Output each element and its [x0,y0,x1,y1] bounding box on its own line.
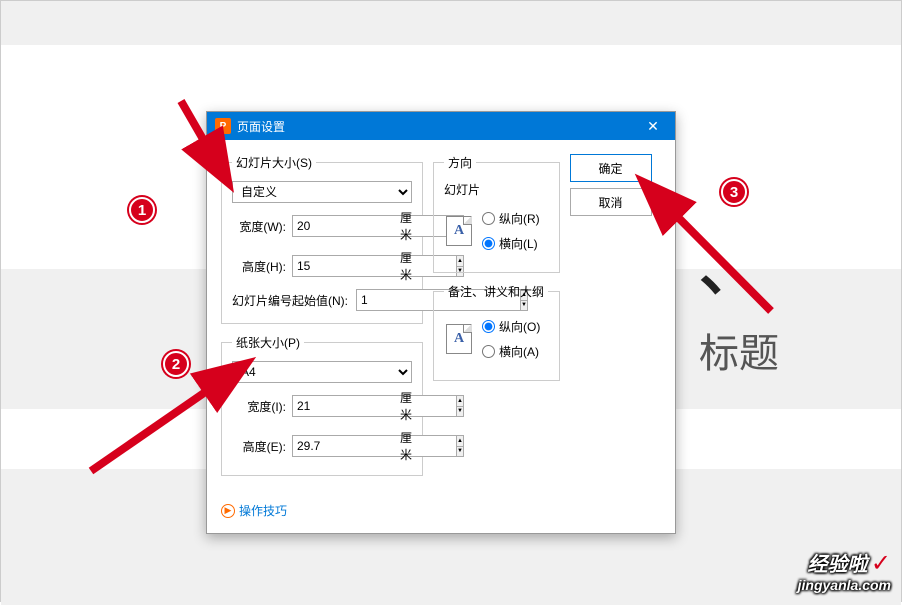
watermark: 经验啦 ✓ jingyanla.com [798,551,891,593]
slide-height-input[interactable] [292,255,456,277]
slide-orientation-label: 幻灯片 [444,181,549,198]
paper-size-group: 纸张大小(P) A4 宽度(I): ▲ ▼ 厘米 [221,334,423,476]
paper-size-legend: 纸张大小(P) [232,334,304,351]
slide-size-preset-select[interactable]: 自定义 [232,181,412,203]
unit-label: 厘米 [400,249,412,283]
radio-label: 横向(A) [499,343,539,360]
unit-label: 厘米 [400,389,412,423]
radio-input[interactable] [482,212,495,225]
app-icon: P [215,118,231,134]
close-icon[interactable]: ✕ [639,112,667,140]
paper-size-preset-select[interactable]: A4 [232,361,412,383]
radio-input[interactable] [482,345,495,358]
slide-size-legend: 幻灯片大小(S) [232,154,316,171]
ok-button[interactable]: 确定 [570,154,652,182]
notes-orientation-group: 备注、讲义和大纲 A 纵向(O) 横向(A) [433,283,560,381]
slide-landscape-radio[interactable]: 横向(L) [482,235,540,252]
slide-width-input[interactable] [292,215,456,237]
dialog-titlebar[interactable]: P 页面设置 ✕ [207,112,675,140]
paper-height-input[interactable] [292,435,456,457]
radio-label: 纵向(O) [499,318,540,335]
paper-width-label: 宽度(I): [232,398,286,415]
orientation-group: 方向 幻灯片 A 纵向(R) 横向(L) [433,154,560,273]
annotation-marker-1: 1 [129,197,155,223]
watermark-url: jingyanla.com [798,578,891,593]
page-setup-dialog: P 页面设置 ✕ 幻灯片大小(S) 自定义 宽度(W): ▲ [206,111,676,534]
page-orientation-icon: A [446,216,472,246]
annotation-marker-2: 2 [163,351,189,377]
watermark-check-icon: ✓ [871,550,891,577]
radio-label: 横向(L) [499,235,538,252]
slide-start-number-label: 幻灯片编号起始值(N): [232,292,350,309]
slide-size-group: 幻灯片大小(S) 自定义 宽度(W): ▲ ▼ 厘米 [221,154,423,324]
notes-landscape-radio[interactable]: 横向(A) [482,343,540,360]
help-icon: ▶ [221,504,235,518]
notes-orientation-legend: 备注、讲义和大纲 [444,283,548,300]
slide-portrait-radio[interactable]: 纵向(R) [482,210,540,227]
paper-width-input[interactable] [292,395,456,417]
radio-input[interactable] [482,320,495,333]
unit-label: 厘米 [400,209,412,243]
slide-width-label: 宽度(W): [232,218,286,235]
annotation-marker-3: 3 [721,179,747,205]
radio-input[interactable] [482,237,495,250]
paper-height-label: 高度(E): [232,438,286,455]
page-orientation-icon: A [446,324,472,354]
slide-height-label: 高度(H): [232,258,286,275]
watermark-text: 经验啦 [808,554,868,576]
background-subtitle-text: 标题 [699,321,779,379]
orientation-legend: 方向 [444,154,476,171]
notes-portrait-radio[interactable]: 纵向(O) [482,318,540,335]
dialog-title: 页面设置 [237,118,639,135]
unit-label: 厘米 [400,429,412,463]
background-partial-text: 、 [699,221,759,308]
cancel-button[interactable]: 取消 [570,188,652,216]
radio-label: 纵向(R) [499,210,540,227]
background-band-top [1,1,901,45]
help-tips-link[interactable]: 操作技巧 [239,502,287,519]
